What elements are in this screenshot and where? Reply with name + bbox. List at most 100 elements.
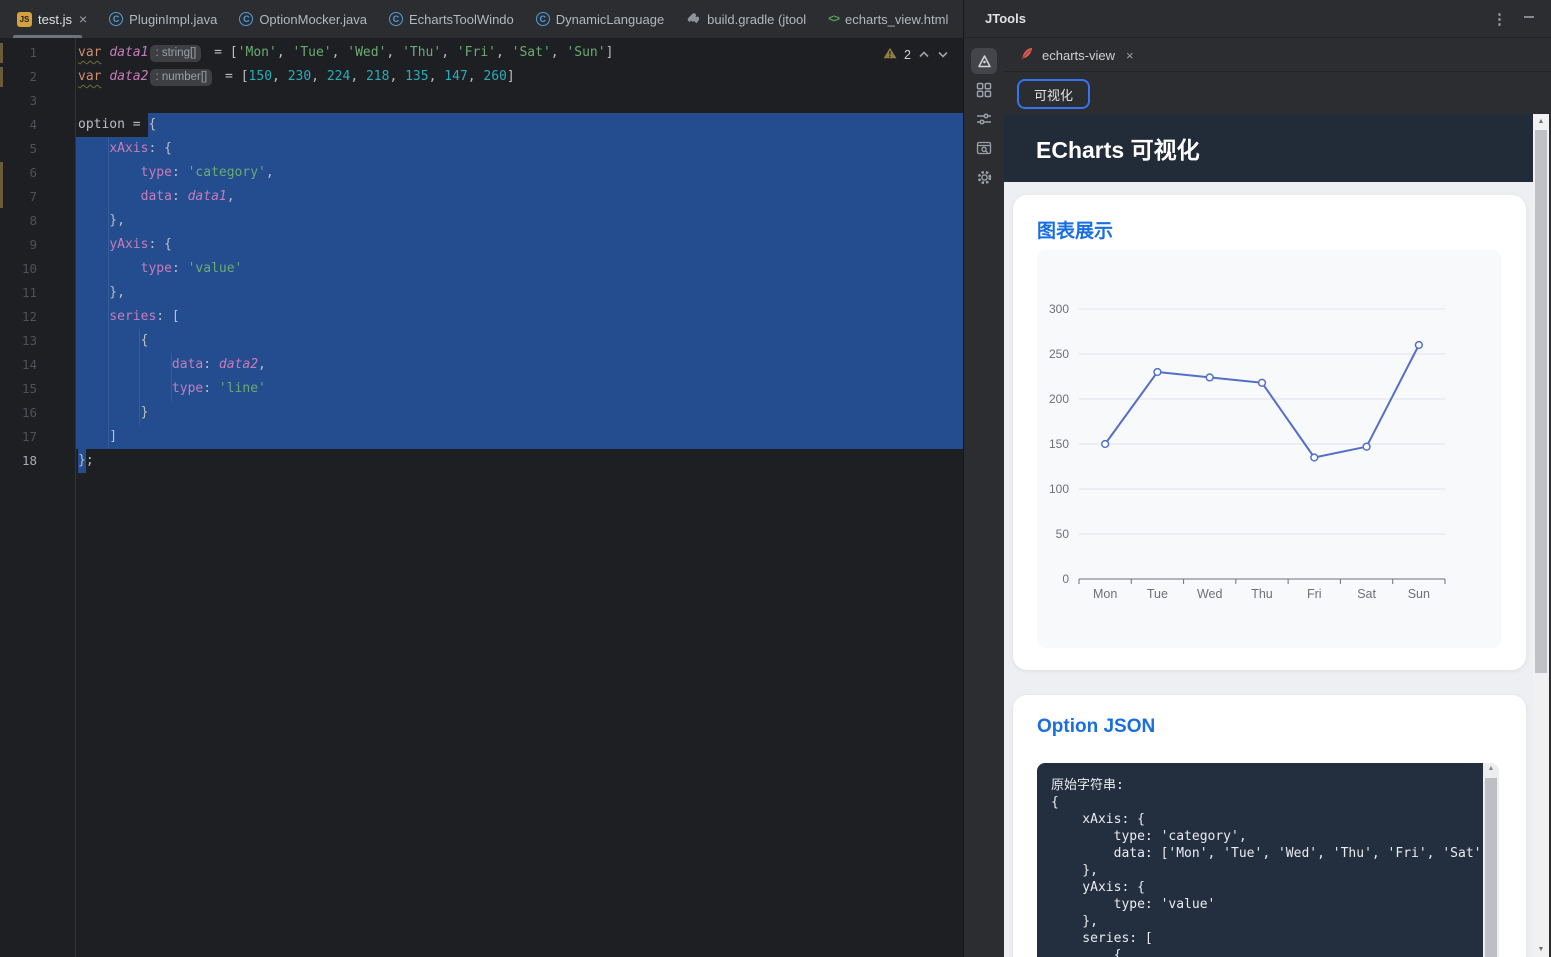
jtools-logo-icon[interactable] (971, 48, 997, 74)
scrollbar-thumb[interactable] (1485, 778, 1497, 957)
code-line: xAxis: { (76, 137, 963, 161)
vcs-change-marker (0, 67, 3, 87)
line-number: 14 (0, 353, 37, 377)
json-code-scrollbar[interactable]: ▲ (1483, 763, 1499, 957)
toolwindow-toolbar: 可视化 (1004, 72, 1551, 109)
tab-label: EchartsToolWindo (409, 12, 514, 27)
code-line: type: 'category', (76, 161, 963, 185)
vcs-change-marker (0, 43, 3, 63)
line-number: 9 (0, 233, 37, 257)
tab-label: build.gradle (jtool (707, 12, 806, 27)
next-problem-icon[interactable] (937, 46, 949, 64)
line-number: 10 (0, 257, 37, 281)
feather-icon (1019, 46, 1034, 64)
line-number: 8 (0, 209, 37, 233)
line-number: 16 (0, 401, 37, 425)
editor-tab[interactable]: JStest.js× (6, 0, 98, 38)
jtools-header: JTools ⋮ (964, 0, 1551, 38)
scroll-up-icon[interactable]: ▲ (1483, 765, 1499, 772)
code-line: data: data2, (76, 353, 963, 377)
code-line: }; (76, 449, 963, 473)
chart-card: 图表展示 050100150200250300MonTueWedThuFriSa… (1013, 195, 1526, 670)
line-number: 4 (0, 113, 37, 137)
java-class-icon: C (389, 12, 403, 26)
echarts-webview: ECharts 可视化 图表展示 050100150200250300MonTu… (1004, 114, 1549, 957)
line-number: 1 (0, 41, 37, 65)
scroll-down-icon[interactable]: ▼ (1533, 946, 1549, 953)
code-line: var data1: string[] = ['Mon', 'Tue', 'We… (76, 41, 963, 65)
jtools-main: echarts-view × 可视化 ECharts 可视化 图表展示 0501… (1004, 39, 1551, 957)
tab-label: echarts-view (1042, 48, 1115, 63)
editor-code-area[interactable]: var data1: string[] = ['Mon', 'Tue', 'We… (76, 38, 963, 957)
json-code-block: 原始字符串: { xAxis: { type: 'category', data… (1037, 763, 1499, 957)
jtools-title: JTools (985, 11, 1026, 26)
code-line: }, (76, 209, 963, 233)
java-class-icon: C (239, 12, 253, 26)
tab-label: PluginImpl.java (129, 12, 217, 27)
browser-search-icon[interactable] (971, 135, 997, 161)
echarts-view-tab[interactable]: echarts-view × (1019, 46, 1134, 64)
editor-tab[interactable]: CPluginImpl.java (98, 0, 228, 38)
svg-text:50: 50 (1056, 527, 1070, 541)
chart-canvas[interactable]: 050100150200250300MonTueWedThuFriSatSun (1037, 250, 1501, 648)
line-number: 13 (0, 329, 37, 353)
editor-tab[interactable]: CDynamicLanguage (525, 0, 675, 38)
svg-text:Thu: Thu (1251, 587, 1273, 601)
editor-gutter: 123456789101112131415161718 (0, 38, 76, 957)
scrollbar-thumb[interactable] (1535, 130, 1547, 673)
code-line: option = { (76, 113, 963, 137)
line-number: 6 (0, 161, 37, 185)
line-number: 12 (0, 305, 37, 329)
editor-tab[interactable]: <>echarts_view.html (817, 0, 959, 38)
svg-text:Tue: Tue (1147, 587, 1168, 601)
svg-text:300: 300 (1049, 302, 1069, 316)
svg-text:Wed: Wed (1197, 587, 1223, 601)
sliders-icon[interactable] (971, 106, 997, 132)
json-code-text: 原始字符串: { xAxis: { type: 'category', data… (1037, 763, 1483, 957)
svg-text:0: 0 (1062, 572, 1069, 586)
code-line: { (76, 329, 963, 353)
panel-minimize-icon[interactable] (1523, 11, 1535, 26)
html-file-icon: <> (828, 13, 839, 25)
svg-text:250: 250 (1049, 347, 1069, 361)
tab-close-icon[interactable]: × (1126, 48, 1134, 63)
vcs-change-marker (0, 162, 3, 208)
indent-guide (139, 329, 140, 425)
line-number: 5 (0, 137, 37, 161)
panel-options-icon[interactable]: ⋮ (1492, 10, 1507, 28)
dashboard-grid-icon[interactable] (971, 77, 997, 103)
code-line (76, 89, 963, 113)
json-card: Option JSON 原始字符串: { xAxis: { type: 'cat… (1013, 695, 1526, 957)
code-line: data: data1, (76, 185, 963, 209)
svg-text:Sat: Sat (1357, 587, 1376, 601)
editor-tab[interactable]: C EchartsToolWindo (378, 0, 525, 38)
tab-label: OptionMocker.java (259, 12, 367, 27)
editor-tab[interactable]: build.gradle (jtool (675, 0, 817, 38)
line-number: 15 (0, 377, 37, 401)
webview-header: ECharts 可视化 (1004, 114, 1533, 182)
tab-close-icon[interactable]: × (79, 11, 87, 27)
visualize-button[interactable]: 可视化 (1017, 79, 1090, 109)
svg-text:Fri: Fri (1307, 587, 1322, 601)
editor-pane: JStest.js×CPluginImpl.javaCOptionMocker.… (0, 0, 963, 957)
line-number: 7 (0, 185, 37, 209)
line-number: 2 (0, 65, 37, 89)
code-line: type: 'line' (76, 377, 963, 401)
prev-problem-icon[interactable] (918, 46, 930, 64)
editor-tabbar: JStest.js×CPluginImpl.javaCOptionMocker.… (0, 0, 963, 38)
warning-count: 2 (904, 48, 911, 62)
code-line: ] (76, 425, 963, 449)
warning-icon (883, 46, 897, 64)
editor-body: 123456789101112131415161718 var data1: s… (0, 38, 963, 957)
svg-text:Sun: Sun (1408, 587, 1430, 601)
settings-gear-icon[interactable] (971, 164, 997, 190)
editor-tab[interactable]: C OptionMocker.java (228, 0, 378, 38)
code-line: yAxis: { (76, 233, 963, 257)
line-number: 17 (0, 425, 37, 449)
tab-label: test.js (38, 12, 72, 27)
line-number: 3 (0, 89, 37, 113)
webview-scrollbar[interactable]: ▲ ▼ (1533, 114, 1549, 957)
editor-tabs: JStest.js×CPluginImpl.javaCOptionMocker.… (6, 0, 959, 38)
scroll-up-icon[interactable]: ▲ (1533, 118, 1549, 125)
code-line: var data2: number[] = [150, 230, 224, 21… (76, 65, 963, 89)
